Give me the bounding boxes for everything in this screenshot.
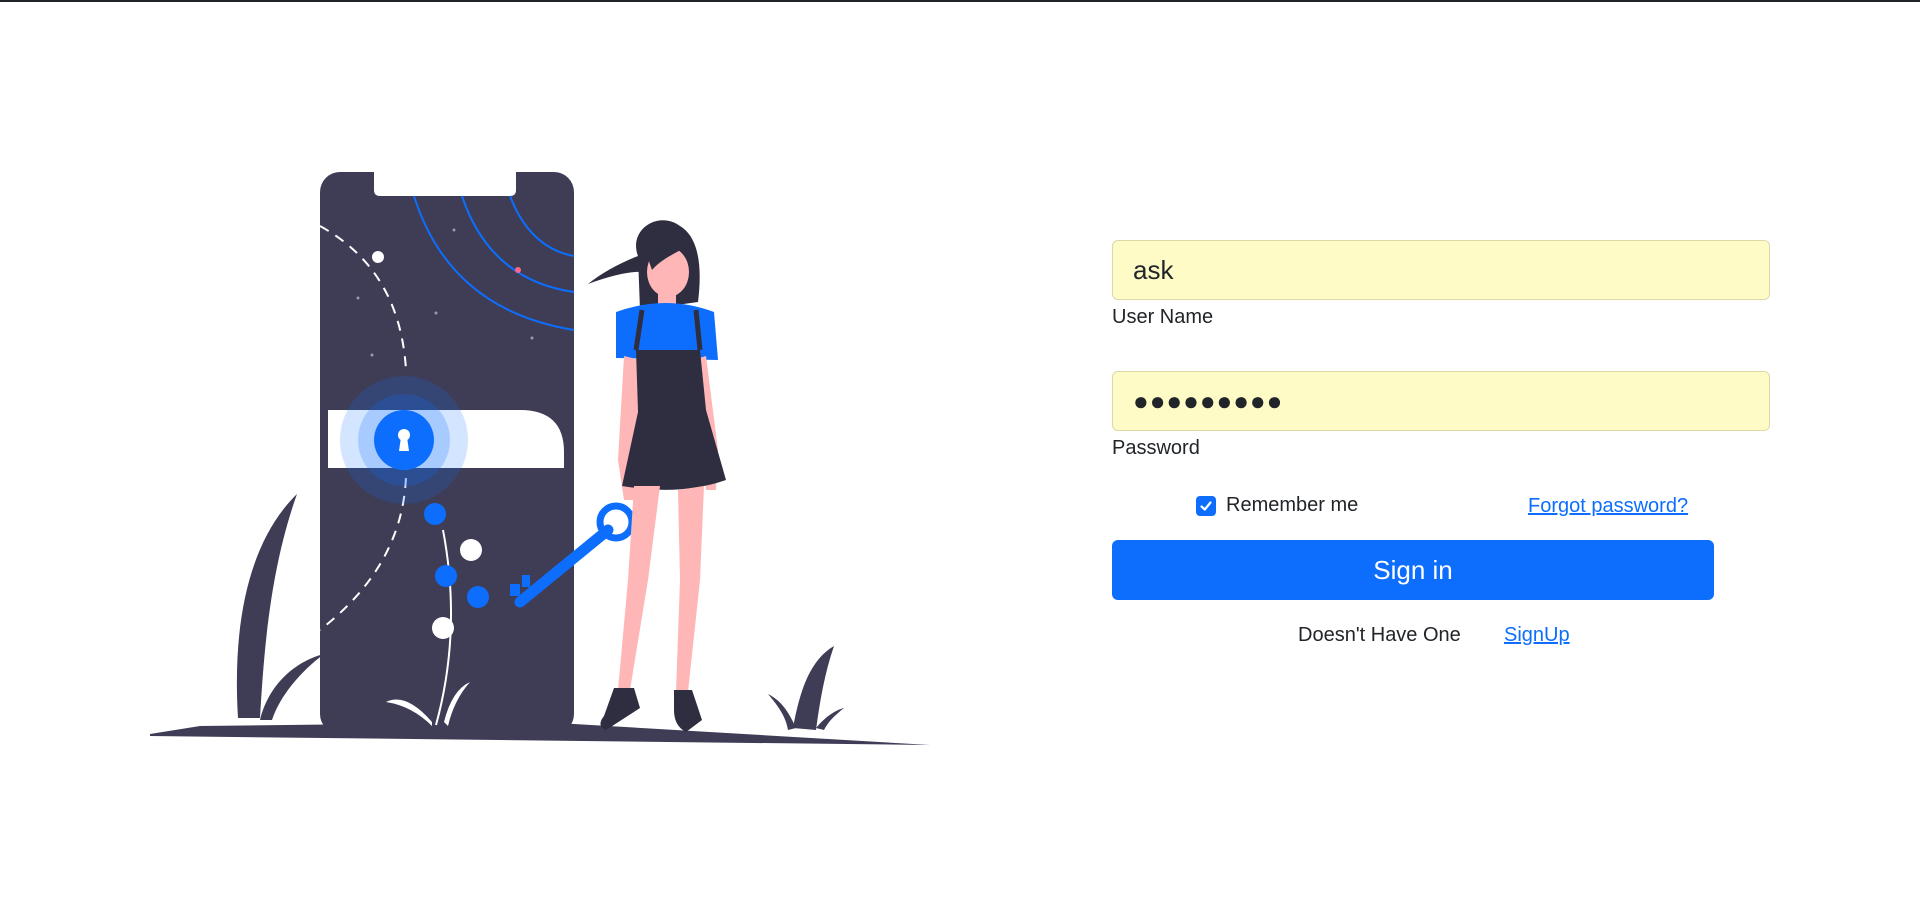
- flower-dot-blue: [435, 565, 457, 587]
- remember-me-checkbox[interactable]: Remember me: [1196, 494, 1358, 517]
- password-input[interactable]: ●●●●●●●●●: [1112, 371, 1770, 431]
- username-label: User Name: [1112, 306, 1214, 328]
- password-group: ●●●●●●●●● Password: [1112, 371, 1770, 460]
- top-border: [0, 0, 1920, 2]
- grass-left-leaf: [260, 654, 324, 720]
- no-account-text: Doesn't Have One: [1298, 624, 1461, 646]
- flower-dot-white: [432, 617, 454, 639]
- remember-row: Remember me Forgot password?: [1112, 494, 1770, 528]
- password-label: Password: [1112, 437, 1200, 459]
- flower-dot-white: [460, 539, 482, 561]
- login-illustration: [150, 172, 930, 745]
- woman-figure: [588, 220, 726, 732]
- star-dot: [370, 353, 374, 357]
- star-dot: [434, 311, 438, 315]
- phone-notch: [374, 172, 516, 196]
- grass-right-leaf-1: [768, 694, 796, 730]
- login-form: User Name ●●●●●●●●● Password Remember me…: [1112, 240, 1770, 654]
- star-dot: [452, 228, 456, 232]
- star-red: [515, 267, 521, 273]
- star-dot: [530, 336, 534, 340]
- sign-in-button[interactable]: Sign in: [1112, 540, 1714, 600]
- star-dot: [356, 296, 360, 300]
- grass-right-leaf-2: [816, 708, 844, 730]
- forgot-password-link[interactable]: Forgot password?: [1528, 495, 1688, 518]
- signup-row: Doesn't Have One SignUp: [1112, 624, 1770, 654]
- remember-me-label: Remember me: [1226, 494, 1359, 516]
- flower-dot-blue: [467, 586, 489, 608]
- flower-dot-blue: [424, 503, 446, 525]
- username-group: User Name: [1112, 240, 1770, 329]
- signup-link[interactable]: SignUp: [1504, 624, 1570, 647]
- checkbox-checked-icon[interactable]: [1196, 495, 1216, 516]
- username-input[interactable]: [1112, 240, 1770, 300]
- star-white: [372, 251, 384, 263]
